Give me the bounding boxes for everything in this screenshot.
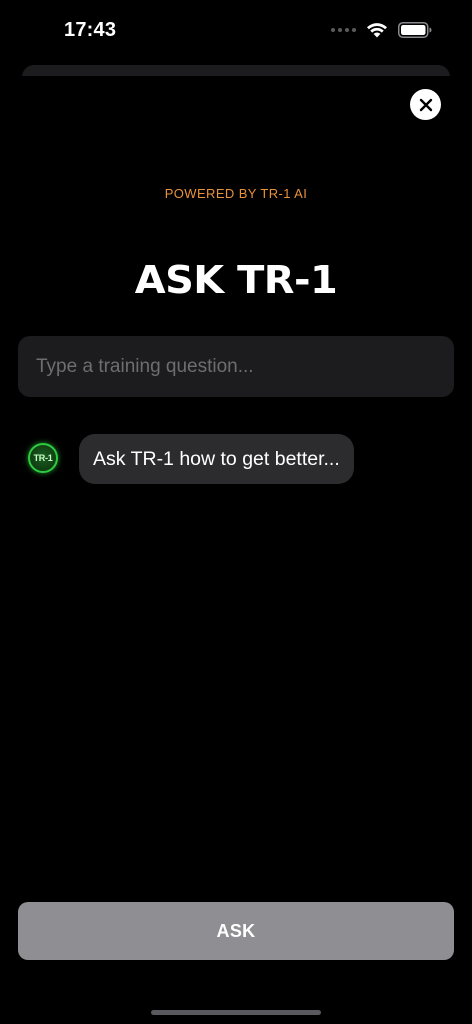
home-indicator[interactable] — [151, 1010, 321, 1015]
close-button[interactable] — [410, 89, 441, 120]
close-icon — [419, 98, 432, 111]
avatar-label: TR-1 — [33, 453, 53, 463]
status-bar: 17:43 — [0, 0, 472, 60]
status-icons — [331, 22, 432, 38]
ask-button[interactable]: ASK — [18, 902, 454, 960]
modal-sheet — [0, 76, 472, 1024]
battery-icon — [398, 22, 432, 38]
page-title: ASK TR-1 — [134, 258, 338, 302]
signal-icon — [331, 28, 356, 32]
powered-by-label: POWERED BY TR-1 AI — [164, 186, 308, 201]
question-input[interactable] — [18, 336, 454, 397]
tr1-avatar: TR-1 — [28, 443, 58, 473]
wifi-icon — [367, 23, 387, 38]
ask-button-label: ASK — [216, 920, 256, 941]
chat-bubble: Ask TR-1 how to get better... — [79, 434, 354, 484]
status-time: 17:43 — [64, 19, 117, 41]
chat-bubble-text: Ask TR-1 how to get better... — [93, 447, 340, 470]
